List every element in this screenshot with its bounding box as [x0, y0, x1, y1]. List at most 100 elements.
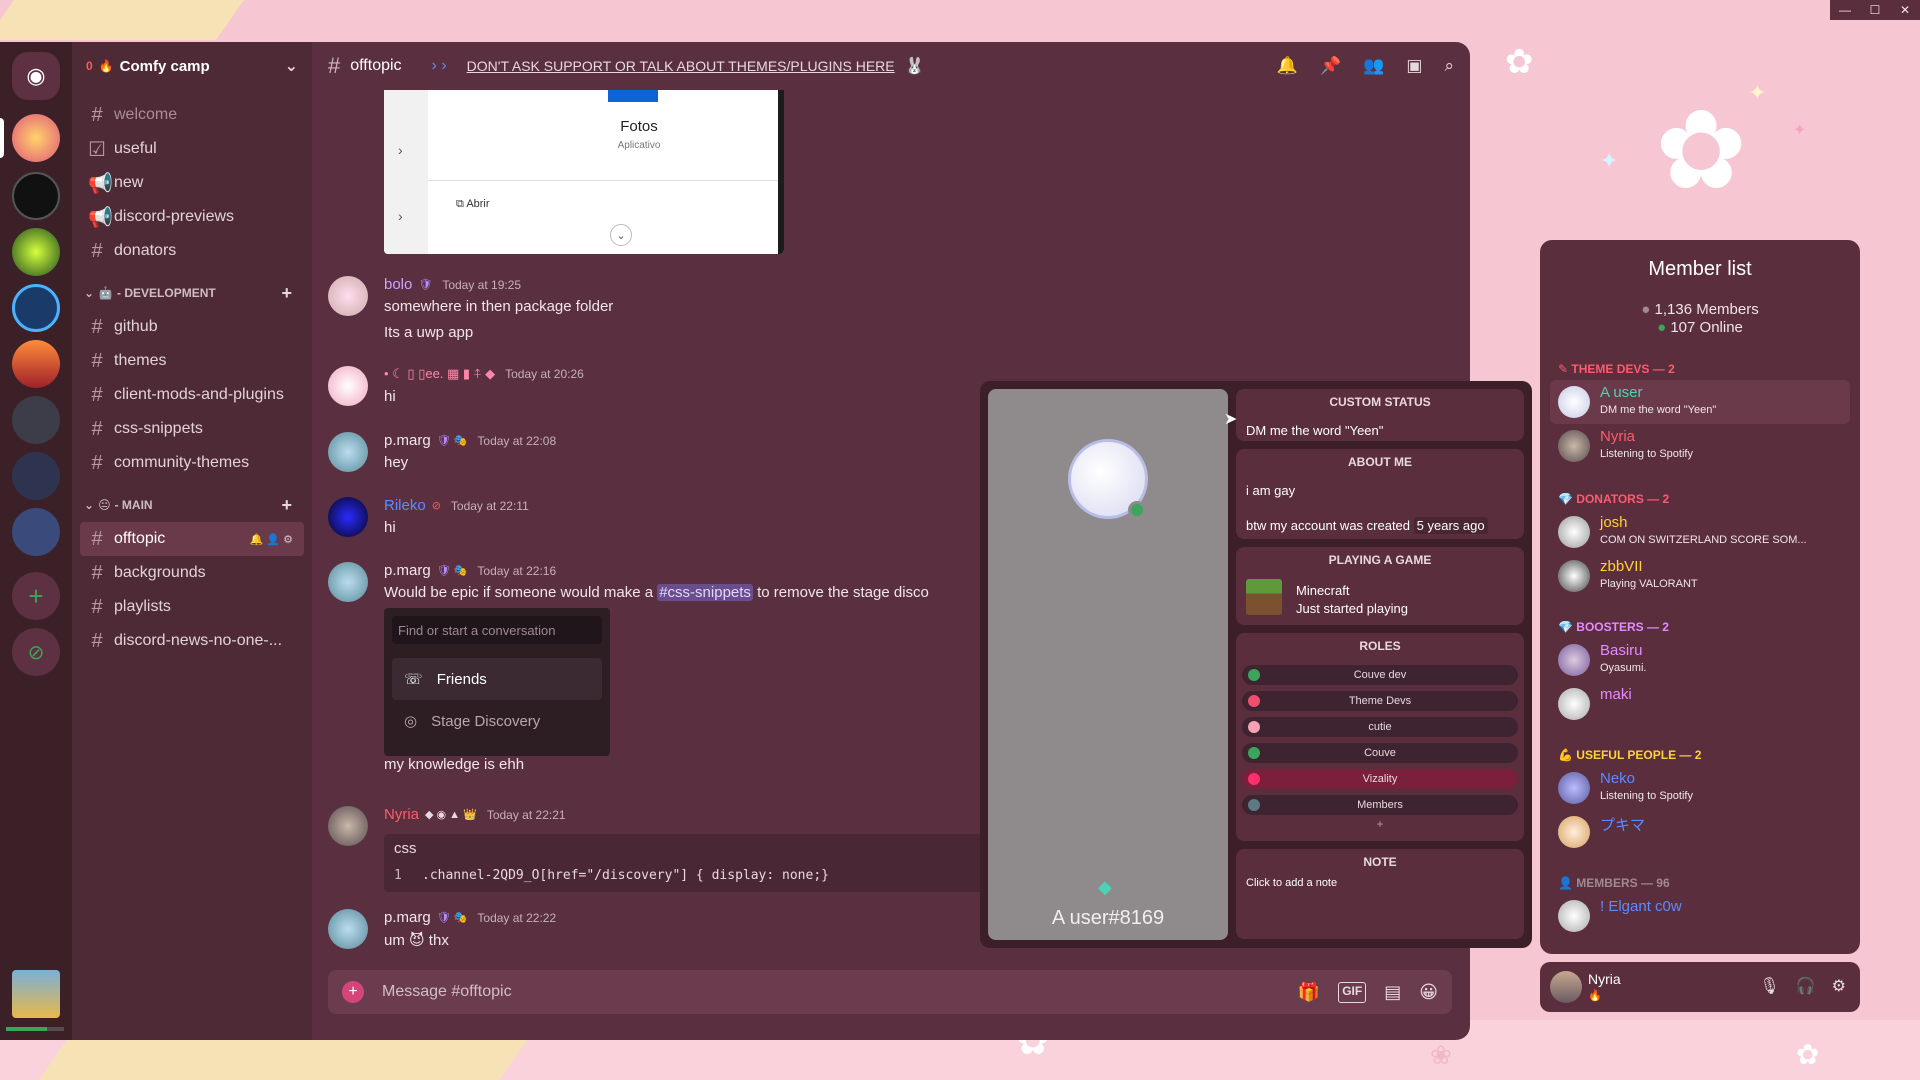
add-role-button[interactable]: + — [1236, 817, 1524, 831]
minimize-button[interactable]: — — [1830, 0, 1860, 20]
sparkle-icon: ✦ — [1748, 80, 1767, 105]
avatar[interactable] — [328, 276, 368, 316]
role-chip[interactable]: cutie — [1242, 717, 1518, 737]
message-text: hey — [384, 454, 409, 471]
guild-icon[interactable] — [12, 284, 60, 332]
guild-folder-icon[interactable] — [12, 452, 60, 500]
author-name[interactable]: • ☾ ▯ ▯ee. ▦ ▮ ⍏ ◆ — [384, 366, 495, 382]
code-block[interactable]: css 1 .channel-2QD9_O[href="/discovery"]… — [384, 834, 984, 892]
members-icon[interactable]: 👥 — [1363, 56, 1384, 76]
guild-folder-icon[interactable] — [12, 396, 60, 444]
avatar[interactable] — [328, 366, 368, 406]
channel-welcome[interactable]: # welcome — [80, 98, 304, 132]
member-list: Member list ● 1,136 Members ● 107 Online… — [1540, 240, 1860, 954]
avatar[interactable] — [328, 909, 368, 949]
note-input[interactable]: Click to add a note — [1236, 877, 1524, 889]
headphones-icon[interactable]: 🎧 — [1796, 976, 1816, 996]
inbox-icon[interactable]: ▣ — [1406, 56, 1422, 76]
channel-themes[interactable]: # themes — [80, 344, 304, 378]
channel-backgrounds[interactable]: # backgrounds — [80, 556, 304, 590]
channel-github[interactable]: # github — [80, 310, 304, 344]
avatar[interactable] — [328, 432, 368, 472]
gear-icon[interactable]: ⚙ — [1832, 976, 1846, 996]
role-chip[interactable]: Members — [1242, 795, 1518, 815]
hash-icon: # — [91, 527, 103, 550]
channel-offtopic[interactable]: # offtopic 🔔👤⚙ — [80, 522, 304, 556]
author-name[interactable]: p.marg — [384, 562, 431, 579]
hash-icon: # — [91, 349, 103, 372]
avatar[interactable] — [328, 497, 368, 537]
channel-tools-icons[interactable]: 🔔👤⚙ — [250, 533, 296, 546]
megaphone-icon: 📢 — [88, 172, 113, 195]
author-name[interactable]: bolo — [384, 276, 412, 293]
timestamp: Today at 22:11 — [450, 498, 529, 513]
role-chip[interactable]: Couve — [1242, 743, 1518, 763]
author-name[interactable]: p.marg — [384, 909, 431, 926]
member-item[interactable]: Basiru Oyasumi. — [1550, 638, 1850, 682]
emoji-icon: 🐰 — [904, 58, 925, 75]
user-name[interactable]: Nyria — [1588, 971, 1621, 987]
chevron-right-icon: › › — [431, 57, 447, 74]
guild-folder-icon[interactable] — [12, 508, 60, 556]
guild-icon[interactable] — [12, 172, 60, 220]
roles-card: ROLES Couve dev Theme Devs cutie Couve V… — [1236, 633, 1524, 841]
channel-discord-previews[interactable]: 📢 discord-previews — [80, 200, 304, 234]
chevron-down-icon[interactable]: ⌄ — [285, 56, 298, 76]
image-attachment[interactable]: Fotos Aplicativo ⧉ Abrir › › ⌄ — [384, 90, 784, 254]
server-header[interactable]: 0 🔥 Comfy camp ⌄ — [72, 42, 312, 90]
gif-button[interactable]: GIF — [1338, 981, 1367, 1003]
author-name[interactable]: Nyria — [384, 806, 419, 823]
role-chip[interactable]: Vizality — [1242, 769, 1518, 789]
emoji-icon[interactable]: 😀 — [1419, 982, 1438, 1003]
member-item[interactable]: zbbVII Playing VALORANT — [1550, 554, 1850, 598]
channel-client-mods[interactable]: # client-mods-and-plugins — [80, 378, 304, 412]
close-button[interactable]: ✕ — [1890, 0, 1920, 20]
guild-icon-comfy-camp[interactable] — [12, 114, 60, 162]
category-main[interactable]: ⌄ 😐 - MAIN + — [80, 488, 304, 522]
channel-discord-news[interactable]: # discord-news-no-one-... — [80, 624, 304, 658]
channel-useful[interactable]: ☑ useful — [80, 132, 304, 166]
add-attachment-icon[interactable]: + — [342, 981, 364, 1003]
bell-icon[interactable]: 🔔 — [1277, 56, 1298, 76]
guild-icon[interactable] — [12, 340, 60, 388]
add-server-button[interactable]: + — [12, 572, 60, 620]
member-item[interactable]: ! Elgant c0w — [1550, 894, 1850, 938]
avatar[interactable] — [328, 806, 368, 846]
avatar[interactable] — [328, 562, 368, 602]
member-item[interactable]: Neko Listening to Spotify — [1550, 766, 1850, 810]
explore-servers-button[interactable]: ⊘ — [12, 628, 60, 676]
member-item[interactable]: プキマ — [1550, 810, 1850, 854]
maximize-button[interactable]: ☐ — [1860, 0, 1890, 20]
category-development[interactable]: ⌄ 🤖 - DEVELOPMENT + — [80, 276, 304, 310]
pin-icon[interactable]: 📌 — [1320, 56, 1341, 76]
add-channel-icon[interactable]: + — [281, 283, 292, 304]
microphone-icon[interactable]: 🎙 — [1759, 976, 1779, 996]
add-channel-icon[interactable]: + — [281, 495, 292, 516]
channel-topic[interactable]: DON'T ASK SUPPORT OR TALK ABOUT THEMES/P… — [467, 58, 895, 74]
sticker-icon[interactable]: ▤ — [1384, 982, 1401, 1003]
member-item[interactable]: maki — [1550, 682, 1850, 726]
hash-icon: # — [91, 315, 103, 338]
search-icon[interactable]: ⌕ — [1444, 56, 1454, 76]
channel-new[interactable]: 📢 new — [80, 166, 304, 200]
custom-status-card: CUSTOM STATUS DM me the word "Yeen" — [1236, 389, 1524, 441]
member-item[interactable]: Nyria Listening to Spotify — [1550, 424, 1850, 468]
guild-icon[interactable] — [12, 228, 60, 276]
member-item[interactable]: A user DM me the word "Yeen" — [1550, 380, 1850, 424]
gift-icon[interactable]: 🎁 — [1298, 982, 1320, 1003]
author-name[interactable]: Rileko — [384, 497, 426, 514]
home-button[interactable]: ◉ — [12, 52, 60, 100]
channel-community-themes[interactable]: # community-themes — [80, 446, 304, 480]
member-item[interactable]: josh COM ON SWITZERLAND SCORE SOM... — [1550, 510, 1850, 554]
avatar[interactable] — [1550, 971, 1582, 1003]
message-composer[interactable]: + Message #offtopic 🎁 GIF ▤ 😀 — [328, 970, 1452, 1014]
message-input[interactable]: Message #offtopic — [382, 983, 512, 1001]
role-chip[interactable]: Theme Devs — [1242, 691, 1518, 711]
profile-username[interactable]: A user#8169 — [988, 907, 1228, 930]
channel-css-snippets[interactable]: # css-snippets — [80, 412, 304, 446]
channel-donators[interactable]: # donators — [80, 234, 304, 268]
channel-playlists[interactable]: # playlists — [80, 590, 304, 624]
role-chip[interactable]: Couve dev — [1242, 665, 1518, 685]
author-name[interactable]: p.marg — [384, 432, 431, 449]
channel-mention[interactable]: #css-snippets — [657, 584, 753, 601]
